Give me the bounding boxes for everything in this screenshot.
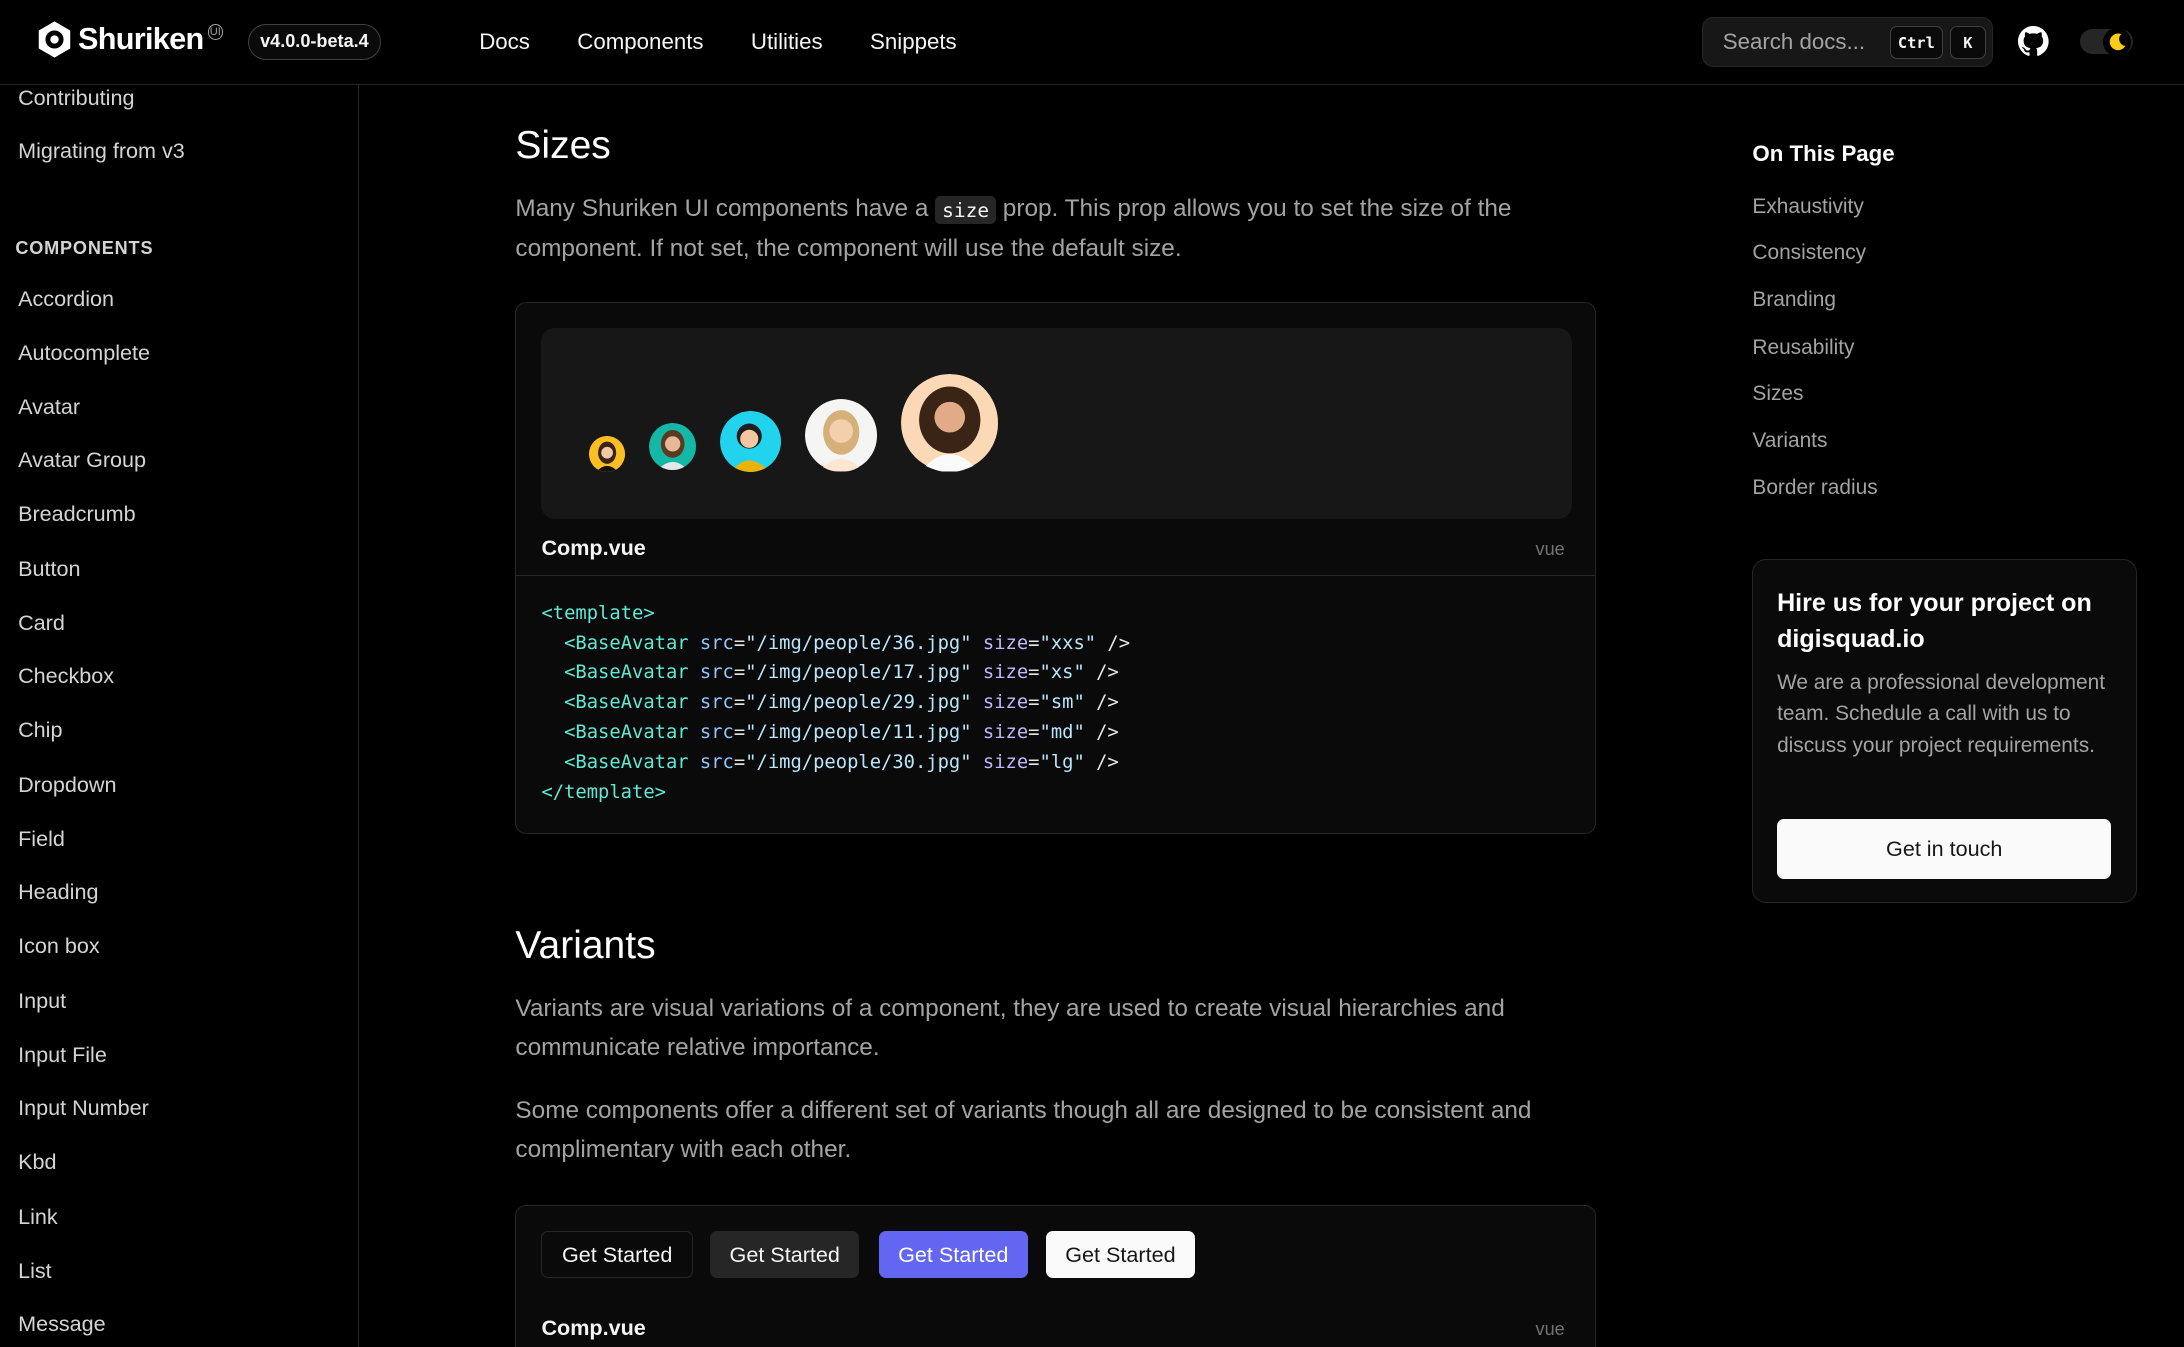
toc-item-branding[interactable]: Branding <box>1752 288 1836 312</box>
sizes-code-block[interactable]: <template> <BaseAvatar src="/img/people/… <box>541 599 1130 809</box>
sizes-file-lang: vue <box>1535 538 1565 559</box>
sidebar: Contributing Migrating from v3 COMPONENT… <box>0 84 360 1347</box>
github-icon[interactable] <box>2018 26 2050 57</box>
nav-utilities[interactable]: Utilities <box>751 29 823 55</box>
size-inline-code: size <box>935 195 997 225</box>
variants-demo-card: Get Started Get Started Get Started Get … <box>515 1204 1597 1347</box>
sizes-heading: Sizes <box>515 123 611 167</box>
variants-file-lang: vue <box>1535 1318 1565 1339</box>
sidebar-item-input-number[interactable]: Input Number <box>18 1095 149 1121</box>
code-line-xs: <BaseAvatar src="/img/people/17.jpg" siz… <box>564 662 1119 684</box>
sidebar-item-input[interactable]: Input <box>18 988 66 1014</box>
avatar-xs <box>648 423 697 471</box>
theme-toggle[interactable] <box>2079 27 2133 56</box>
code-line-lg: <BaseAvatar src="/img/people/30.jpg" siz… <box>564 752 1119 774</box>
theme-toggle-knob <box>2103 27 2132 56</box>
hire-us-text: We are a professional development team. … <box>1777 670 2106 757</box>
sidebar-heading-components: COMPONENTS <box>15 238 154 259</box>
code-template-open: <template> <box>541 602 655 624</box>
nav-components[interactable]: Components <box>577 29 703 55</box>
shuriken-logo-icon <box>38 20 71 58</box>
toc-title: On This Page <box>1752 140 1895 166</box>
variants-heading: Variants <box>515 923 656 967</box>
hire-us-title: Hire us for your project on digisquad.io <box>1777 588 2092 653</box>
nav-docs[interactable]: Docs <box>479 29 530 55</box>
logo-text: Shuriken <box>77 21 204 56</box>
top-nav: Docs Components Utilities Snippets <box>479 0 1004 84</box>
sizes-description: Many Shuriken UI components have a size … <box>515 189 1596 268</box>
sidebar-item-button[interactable]: Button <box>18 556 80 582</box>
logo-badge: UI <box>207 24 223 40</box>
toc-item-exhaustivity[interactable]: Exhaustivity <box>1752 195 1863 219</box>
kbd-k: K <box>1949 26 1986 60</box>
sidebar-item-accordion[interactable]: Accordion <box>18 286 114 312</box>
sidebar-item-kbd[interactable]: Kbd <box>18 1149 56 1175</box>
avatar-md <box>804 399 878 472</box>
code-template-close: </template> <box>541 782 666 804</box>
get-started-primary-button[interactable]: Get Started <box>878 1231 1028 1279</box>
sidebar-item-checkbox[interactable]: Checkbox <box>18 663 114 689</box>
toc-item-border-radius[interactable]: Border radius <box>1752 476 1877 500</box>
variants-description-1: Variants are visual variations of a comp… <box>515 995 1505 1062</box>
version-badge[interactable]: v4.0.0-beta.4 <box>247 23 381 60</box>
sidebar-item-list[interactable]: List <box>18 1258 52 1284</box>
toc-item-reusability[interactable]: Reusability <box>1752 336 1854 360</box>
sidebar-item-breadcrumb[interactable]: Breadcrumb <box>18 501 136 527</box>
sizes-text-before: Many Shuriken UI components have a <box>515 195 936 223</box>
sidebar-item-input-file[interactable]: Input File <box>18 1042 107 1068</box>
sidebar-item-avatar-group[interactable]: Avatar Group <box>18 447 146 473</box>
variants-file-name: Comp.vue <box>541 1314 646 1340</box>
sidebar-item-link[interactable]: Link <box>18 1204 58 1230</box>
sidebar-item-dropdown[interactable]: Dropdown <box>18 772 116 798</box>
toc-item-consistency[interactable]: Consistency <box>1752 241 1866 265</box>
sizes-demo-card: Comp.vue vue <template> <BaseAvatar src=… <box>515 302 1597 835</box>
top-header: Shuriken UI v4.0.0-beta.4 Docs Component… <box>0 0 2184 85</box>
hire-us-card: Hire us for your project on digisquad.io… <box>1752 558 2137 903</box>
sizes-preview <box>541 328 1573 520</box>
code-line-xxs: <BaseAvatar src="/img/people/36.jpg" siz… <box>564 632 1131 654</box>
code-line-md: <BaseAvatar src="/img/people/11.jpg" siz… <box>564 722 1119 744</box>
avatar-lg <box>900 374 999 472</box>
get-started-light-button[interactable]: Get Started <box>1045 1231 1196 1279</box>
avatar-sm <box>719 410 782 472</box>
get-started-default-button[interactable]: Get Started <box>541 1231 693 1279</box>
toc-item-variants[interactable]: Variants <box>1752 429 1827 453</box>
sizes-file-name: Comp.vue <box>541 534 646 560</box>
search-input[interactable]: Search docs... Ctrl K <box>1702 16 1994 67</box>
sidebar-item-migrating[interactable]: Migrating from v3 <box>18 138 185 164</box>
sidebar-item-heading[interactable]: Heading <box>18 879 98 905</box>
sidebar-item-chip[interactable]: Chip <box>18 717 62 743</box>
sidebar-item-avatar[interactable]: Avatar <box>18 394 80 420</box>
sidebar-item-autocomplete[interactable]: Autocomplete <box>18 340 150 366</box>
sidebar-item-contributing[interactable]: Contributing <box>18 85 134 111</box>
toc-item-sizes[interactable]: Sizes <box>1752 382 1803 406</box>
moon-icon <box>2109 33 2125 51</box>
sidebar-item-message[interactable]: Message <box>18 1311 106 1337</box>
sidebar-item-field[interactable]: Field <box>18 826 65 852</box>
code-line-sm: <BaseAvatar src="/img/people/29.jpg" siz… <box>564 692 1119 714</box>
variants-description-2: Some components offer a different set of… <box>515 1096 1532 1163</box>
nav-snippets[interactable]: Snippets <box>870 29 957 55</box>
search-placeholder: Search docs... <box>1722 28 1866 54</box>
get-in-touch-button[interactable]: Get in touch <box>1777 818 2112 879</box>
sidebar-item-card[interactable]: Card <box>18 610 65 636</box>
get-started-muted-button[interactable]: Get Started <box>710 1231 860 1279</box>
kbd-ctrl: Ctrl <box>1889 26 1943 60</box>
sidebar-item-icon-box[interactable]: Icon box <box>18 933 100 959</box>
sizes-card-divider <box>516 574 1595 577</box>
logo[interactable]: Shuriken UI <box>35 20 223 59</box>
avatar-xxs <box>588 435 626 472</box>
